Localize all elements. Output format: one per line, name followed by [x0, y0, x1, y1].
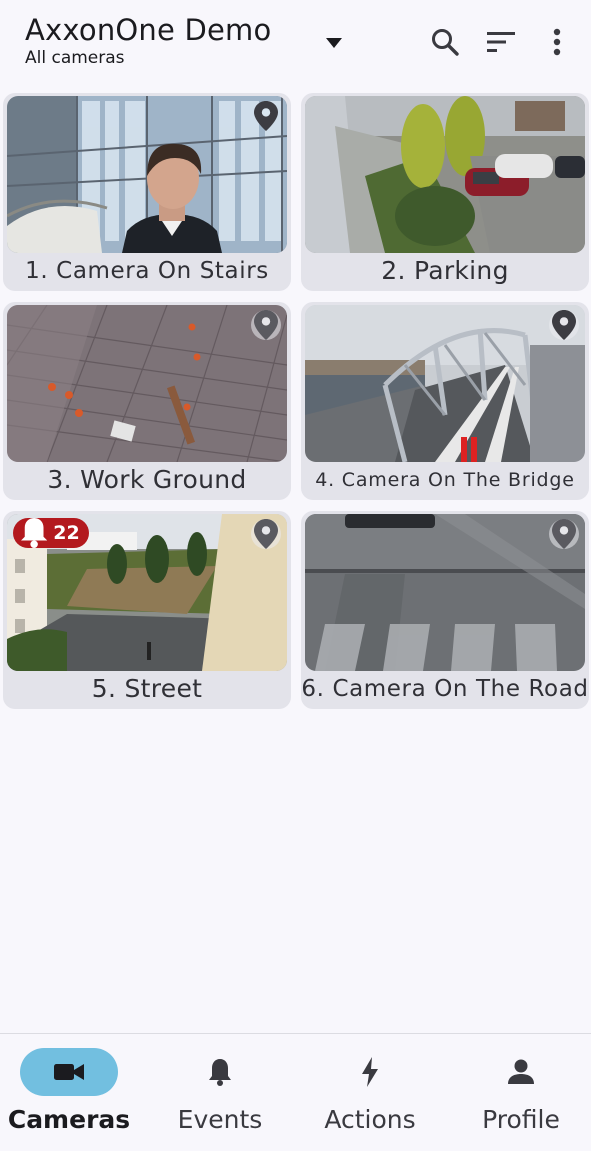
- camera-thumbnail-street[interactable]: 22: [7, 514, 287, 671]
- nav-label[interactable]: Cameras: [0, 1104, 144, 1136]
- location-pin-icon[interactable]: [549, 519, 579, 549]
- camera-card-2[interactable]: 2. Parking: [301, 93, 589, 291]
- location-pin-icon[interactable]: [251, 310, 281, 340]
- nav-active-indicator[interactable]: [20, 1048, 118, 1096]
- camera-thumbnail-work-ground[interactable]: [7, 305, 287, 462]
- title-block[interactable]: AxxonOne Demo All cameras: [25, 12, 271, 69]
- nav-actions[interactable]: Actions: [295, 1048, 445, 1144]
- nav-icon-container[interactable]: [321, 1048, 419, 1096]
- location-pin-icon[interactable]: [251, 101, 281, 131]
- camera-card-3[interactable]: 3. Work Ground: [3, 302, 291, 500]
- nav-label[interactable]: Events: [145, 1104, 295, 1136]
- alarm-bell-icon: [21, 518, 48, 548]
- location-pin-icon[interactable]: [251, 519, 281, 549]
- camera-label: 2. Parking: [381, 256, 509, 285]
- camera-thumbnail-road[interactable]: [305, 514, 585, 671]
- lightning-icon: [362, 1057, 378, 1087]
- camera-label: 4. Camera On The Bridge: [315, 469, 575, 491]
- camera-group-subtitle[interactable]: All cameras: [25, 47, 271, 69]
- camera-label: 6. Camera On The Road: [301, 676, 589, 702]
- location-pin-icon[interactable]: [549, 310, 579, 340]
- nav-label[interactable]: Profile: [446, 1104, 591, 1136]
- alarm-badge[interactable]: 22: [13, 518, 89, 548]
- camera-grid: 1. Camera On Stairs 2. Parking 3. Work G…: [3, 93, 589, 709]
- camera-label: 3. Work Ground: [47, 465, 247, 494]
- bell-icon: [209, 1059, 231, 1086]
- app-title[interactable]: AxxonOne Demo: [25, 12, 271, 48]
- camera-thumbnail-bridge[interactable]: [305, 305, 585, 462]
- video-camera-icon: [54, 1064, 84, 1080]
- dropdown-arrow-icon[interactable]: [322, 34, 346, 52]
- app-header: AxxonOne Demo All cameras: [0, 0, 591, 86]
- nav-icon-container[interactable]: [472, 1048, 570, 1096]
- camera-card-1[interactable]: 1. Camera On Stairs: [3, 93, 291, 291]
- nav-events[interactable]: Events: [145, 1048, 295, 1144]
- camera-card-6[interactable]: 6. Camera On The Road: [301, 511, 589, 709]
- nav-icon-container[interactable]: [171, 1048, 269, 1096]
- alarm-count: 22: [53, 522, 80, 544]
- camera-card-4[interactable]: 4. Camera On The Bridge: [301, 302, 589, 500]
- camera-label: 1. Camera On Stairs: [25, 258, 269, 284]
- more-vertical-icon[interactable]: [537, 22, 577, 62]
- bottom-navigation: Cameras Events Actions Profile: [0, 1033, 591, 1151]
- nav-label[interactable]: Actions: [295, 1104, 445, 1136]
- camera-thumbnail-parking[interactable]: [305, 96, 585, 253]
- camera-thumbnail-stairs[interactable]: [7, 96, 287, 253]
- camera-label: 5. Street: [91, 674, 203, 703]
- search-icon[interactable]: [425, 22, 465, 62]
- person-icon: [508, 1059, 534, 1084]
- nav-profile[interactable]: Profile: [446, 1048, 591, 1144]
- filter-sort-icon[interactable]: [481, 22, 521, 62]
- camera-card-5[interactable]: 22 5. Street: [3, 511, 291, 709]
- nav-cameras[interactable]: Cameras: [0, 1048, 144, 1144]
